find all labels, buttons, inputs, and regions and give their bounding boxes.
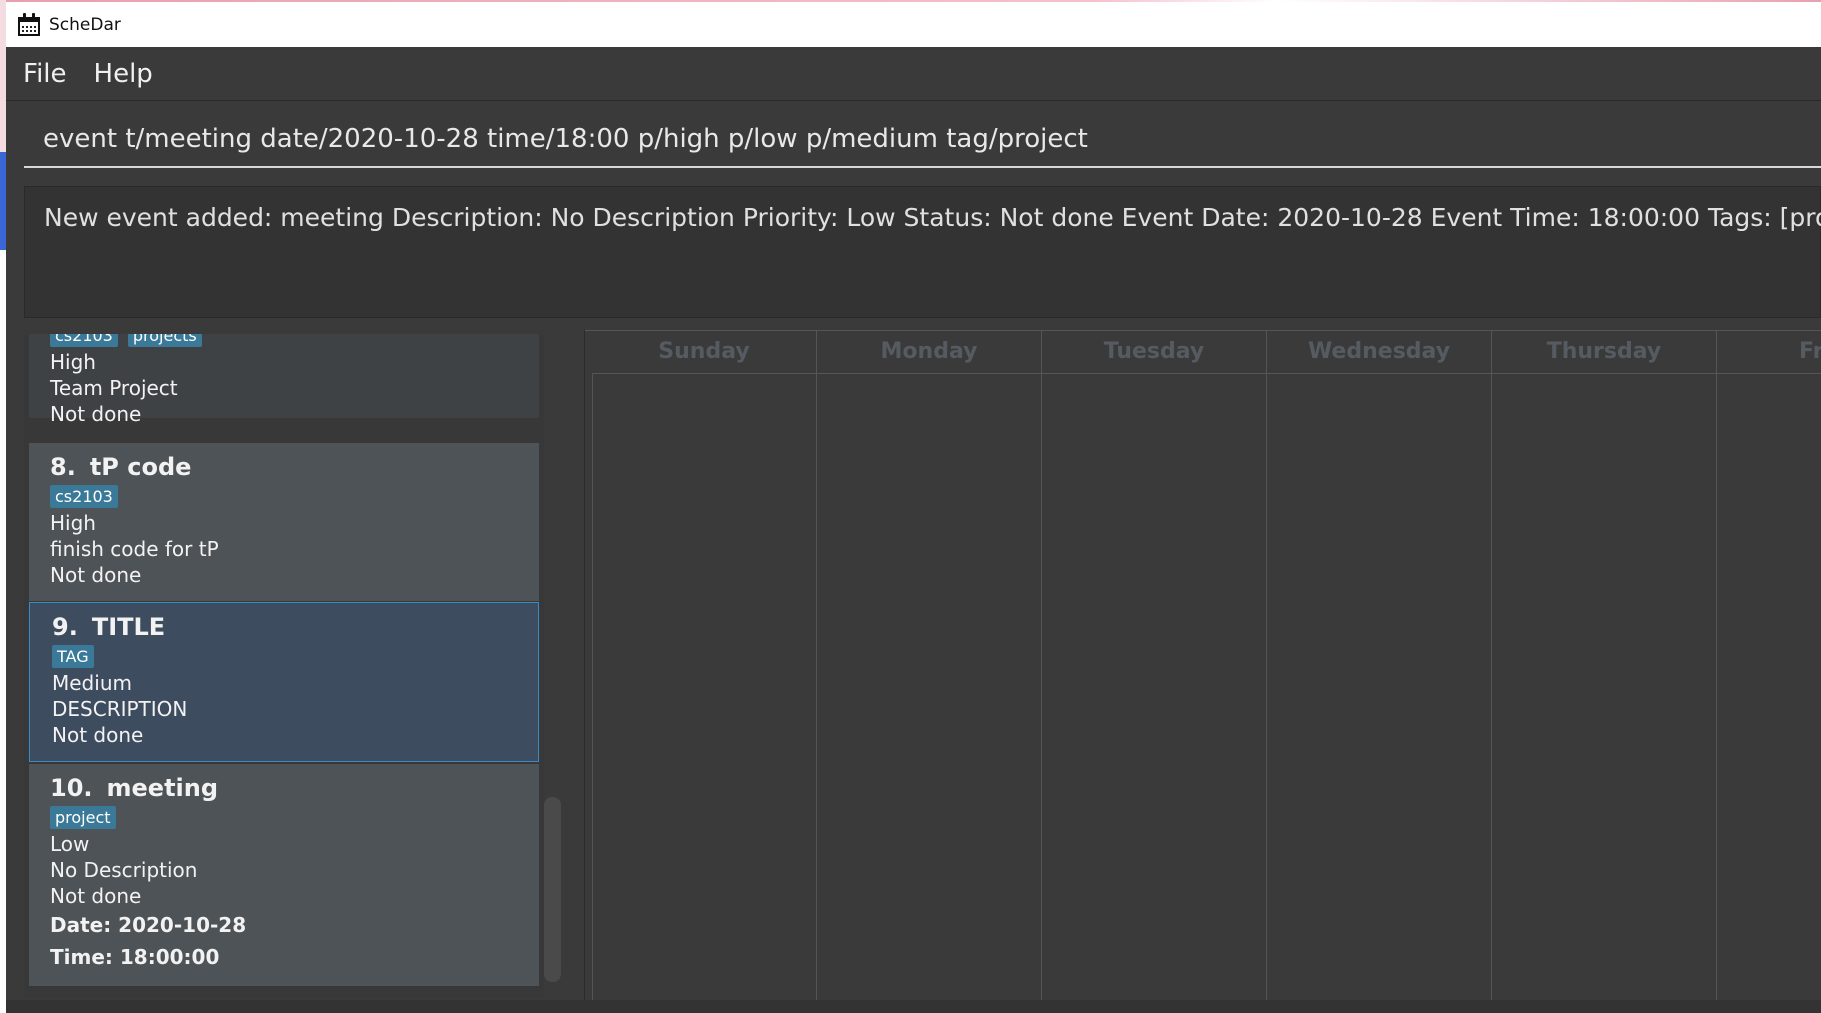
- tag-label: project: [50, 806, 116, 829]
- command-input[interactable]: [24, 112, 1821, 166]
- list-item[interactable]: cs2103 projects High Team Project Not don…: [29, 334, 539, 426]
- item-priority: High: [50, 350, 96, 374]
- item-description: DESCRIPTION: [52, 697, 188, 721]
- tag-label: cs2103: [50, 485, 118, 508]
- item-index: 8.: [50, 453, 76, 481]
- item-status: Not done: [50, 402, 142, 426]
- item-status: Not done: [50, 563, 142, 587]
- item-title-text: TITLE: [91, 613, 166, 641]
- list-item-selected[interactable]: 9. TITLE TAG Medium DESCRIPTION Not done: [29, 602, 539, 762]
- tag-label: cs2103: [50, 334, 118, 347]
- result-display: New event added: meeting Description: No…: [24, 186, 1821, 318]
- calendar-column-wednesday[interactable]: [1267, 374, 1492, 1002]
- list-scrollbar[interactable]: [544, 797, 561, 982]
- calendar-header-thursday: Thursday: [1492, 330, 1717, 374]
- status-bar: [6, 1000, 1821, 1013]
- list-item[interactable]: 8. tP code cs2103 High finish code for tP…: [29, 443, 539, 601]
- item-title: 10. meeting: [50, 774, 539, 802]
- item-status: Not done: [50, 884, 142, 908]
- app-window: ScheDar File Help New event added: meeti…: [6, 0, 1821, 1013]
- calendar-column-thursday[interactable]: [1492, 374, 1717, 1002]
- command-box: [24, 112, 1821, 168]
- divider: [6, 100, 1821, 101]
- calendar-header-friday: Fri: [1717, 330, 1821, 374]
- tag-label: projects: [127, 334, 202, 347]
- item-description: Team Project: [50, 376, 178, 400]
- item-title-text: tP code: [89, 453, 192, 481]
- calendar-app-icon: [17, 12, 41, 37]
- calendar-header-sunday: Sunday: [592, 330, 817, 374]
- item-date: Date: 2020-10-28: [50, 913, 247, 937]
- calendar-header-wednesday: Wednesday: [1267, 330, 1492, 374]
- calendar-view: Sunday Monday Tuesday Wednesday Thursday…: [584, 330, 1821, 1002]
- tag-label: TAG: [52, 645, 94, 668]
- menu-bar: File Help: [6, 47, 1821, 100]
- calendar-column-tuesday[interactable]: [1042, 374, 1267, 1002]
- item-time: Time: 18:00:00: [50, 945, 220, 969]
- item-description: finish code for tP: [50, 537, 219, 561]
- menu-file[interactable]: File: [23, 59, 67, 89]
- list-item[interactable]: 10. meeting project Low No Description No…: [29, 764, 539, 986]
- menu-help[interactable]: Help: [94, 59, 153, 89]
- item-description: No Description: [50, 858, 198, 882]
- item-title: 9. TITLE: [52, 613, 538, 641]
- calendar-header-tuesday: Tuesday: [1042, 330, 1267, 374]
- item-priority: Medium: [52, 671, 132, 695]
- task-list-panel[interactable]: cs2103 projects High Team Project Not don…: [24, 334, 544, 998]
- item-priority: Low: [50, 832, 90, 856]
- item-index: 10.: [50, 774, 93, 802]
- calendar-column-sunday[interactable]: [592, 374, 817, 1002]
- result-message: New event added: meeting Description: No…: [44, 203, 1821, 232]
- item-title: 8. tP code: [50, 453, 539, 481]
- item-status: Not done: [52, 723, 144, 747]
- item-priority: High: [50, 511, 96, 535]
- item-index: 9.: [52, 613, 78, 641]
- item-title-text: meeting: [106, 774, 219, 802]
- calendar-column-friday[interactable]: [1717, 374, 1821, 1002]
- calendar-column-monday[interactable]: [817, 374, 1042, 1002]
- window-title: ScheDar: [49, 14, 121, 35]
- title-bar[interactable]: ScheDar: [6, 2, 1821, 47]
- calendar-header-monday: Monday: [817, 330, 1042, 374]
